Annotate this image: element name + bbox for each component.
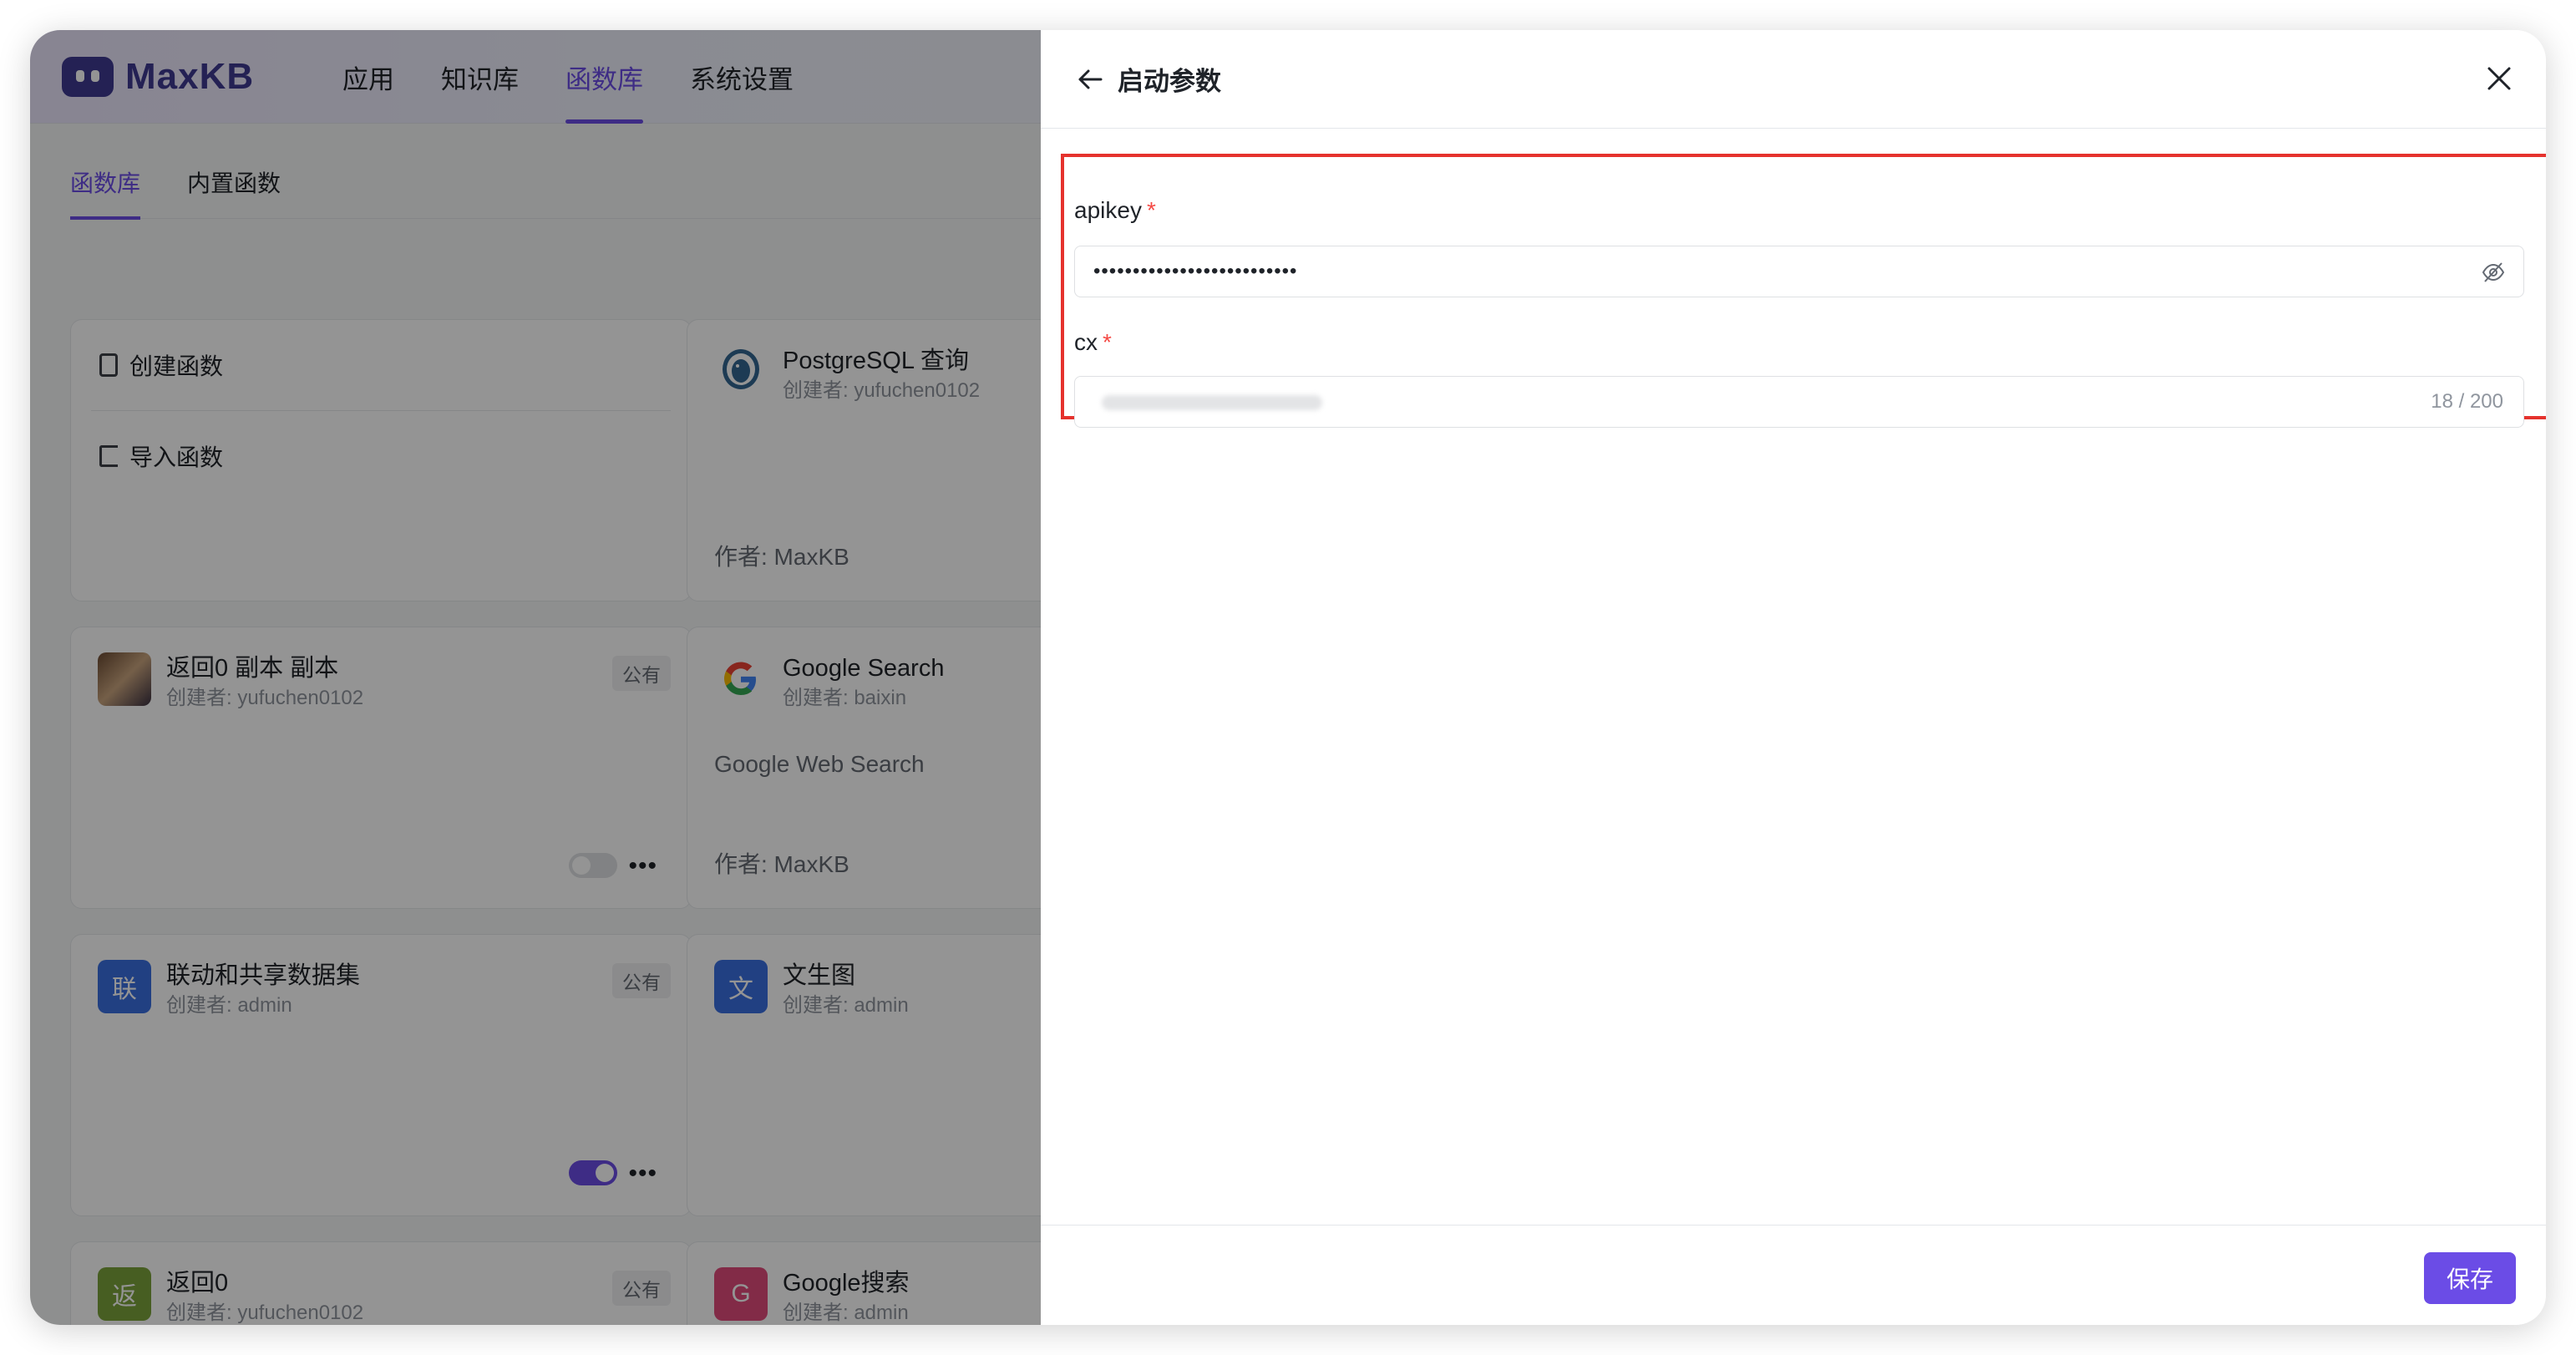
modal-overlay[interactable] — [30, 30, 1041, 1325]
apikey-label: apikey * — [1074, 197, 1156, 224]
drawer-header: 启动参数 — [1041, 30, 2546, 129]
save-button[interactable]: 保存 — [2424, 1252, 2516, 1304]
cx-label-text: cx — [1074, 329, 1098, 355]
back-arrow-icon[interactable] — [1076, 65, 1104, 94]
close-icon[interactable] — [2486, 65, 2513, 92]
apikey-input[interactable]: •••••••••••••••••••••••••• — [1074, 246, 2524, 297]
drawer-footer: 保存 — [1041, 1225, 2546, 1325]
eye-hidden-icon[interactable] — [2482, 261, 2505, 283]
redacted-value — [1102, 395, 1322, 410]
cx-label: cx * — [1074, 329, 1112, 356]
cx-input[interactable]: 18 / 200 — [1074, 376, 2524, 428]
apikey-value: •••••••••••••••••••••••••• — [1093, 260, 1298, 282]
app-window: MaxKB 应用 知识库 函数库 系统设置 函数库 内置函数 创建函数 导入函数 — [30, 30, 2546, 1325]
startup-params-drawer: 启动参数 apikey * •••••••••••••••••••••••••• … — [1041, 30, 2546, 1325]
apikey-label-text: apikey — [1074, 197, 1142, 223]
required-mark: * — [1146, 197, 1156, 223]
function-library-page: MaxKB 应用 知识库 函数库 系统设置 函数库 内置函数 创建函数 导入函数 — [30, 30, 1088, 1325]
character-count: 18 / 200 — [2431, 390, 2503, 413]
drawer-title: 启动参数 — [1118, 67, 1221, 96]
required-mark: * — [1103, 329, 1112, 355]
